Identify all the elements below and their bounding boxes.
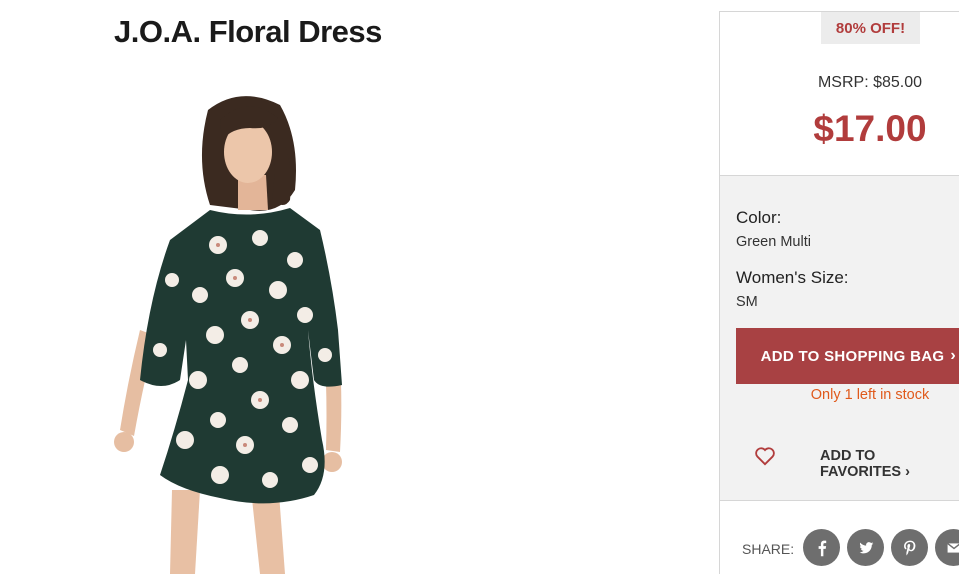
email-icon xyxy=(946,542,959,553)
product-image[interactable] xyxy=(100,80,390,574)
size-value: SM xyxy=(736,294,758,310)
color-label: Color: xyxy=(736,208,782,227)
purchase-panel: 80% OFF! MSRP: $85.00 $17.00 Color: Gree… xyxy=(719,11,959,574)
product-title: J.O.A. Floral Dress xyxy=(114,14,382,49)
options-section: Color: Green Multi Women's Size: SM ADD … xyxy=(720,175,959,501)
heart-icon[interactable] xyxy=(754,446,776,466)
facebook-icon xyxy=(818,540,826,556)
add-to-bag-label: ADD TO SHOPPING BAG xyxy=(760,347,945,365)
stock-notice: Only 1 left in stock xyxy=(810,387,930,403)
add-to-favorites-link[interactable]: ADD TO FAVORITES › xyxy=(820,448,959,480)
discount-badge: 80% OFF! xyxy=(821,12,920,44)
color-value: Green Multi xyxy=(736,234,811,250)
add-to-bag-button[interactable]: ADD TO SHOPPING BAG › xyxy=(736,328,959,384)
chevron-right-icon: › xyxy=(950,347,956,364)
facebook-share-button[interactable] xyxy=(803,529,840,566)
pinterest-icon xyxy=(903,540,915,555)
twitter-icon xyxy=(858,541,873,553)
sale-price: $17.00 xyxy=(813,108,927,149)
size-label: Women's Size: xyxy=(736,268,849,287)
pinterest-share-button[interactable] xyxy=(891,529,928,566)
dress-photo xyxy=(114,96,342,574)
share-label: SHARE: xyxy=(742,541,795,557)
msrp-price: MSRP: $85.00 xyxy=(817,74,923,91)
twitter-share-button[interactable] xyxy=(847,529,884,566)
email-share-button[interactable] xyxy=(935,529,959,566)
